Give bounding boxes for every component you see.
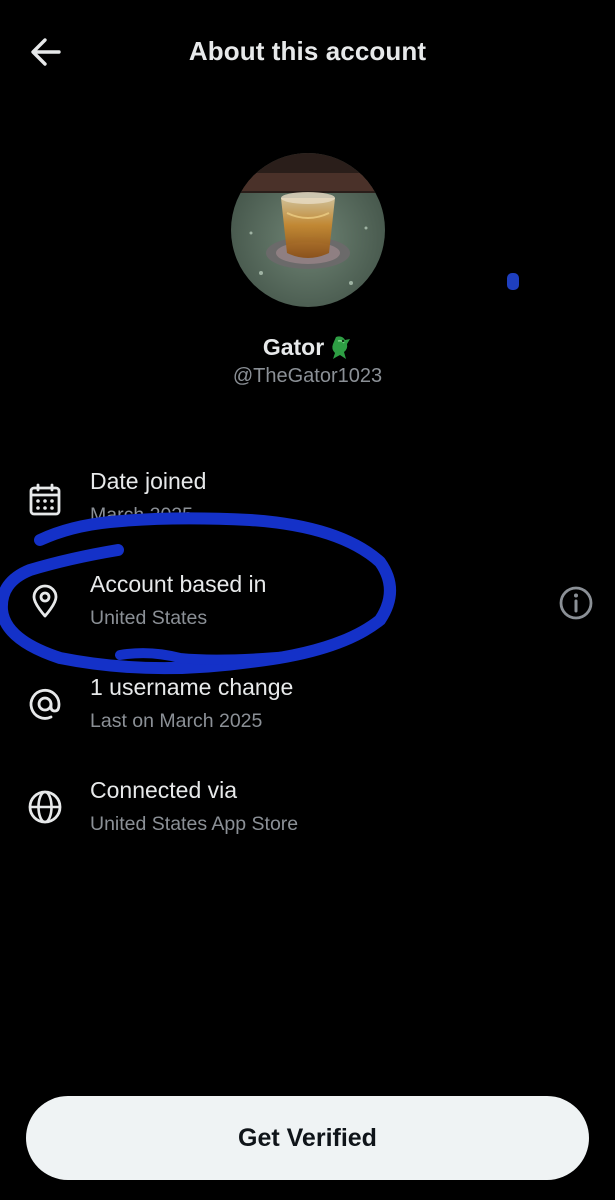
top-bar: About this account	[0, 0, 615, 105]
page-title: About this account	[188, 36, 427, 66]
crocodile-emoji	[332, 335, 351, 359]
display-name: Gator	[0, 334, 615, 361]
at-sign-icon	[26, 685, 64, 723]
row-title: Date joined	[90, 468, 207, 494]
location-pin-icon	[26, 582, 64, 620]
row-value: Last on March 2025	[90, 710, 263, 732]
row-title: 1 username change	[90, 674, 294, 700]
row-username-change: 1 username change Last on March 2025	[0, 668, 615, 748]
row-connected-via: Connected via United States App Store	[0, 771, 615, 851]
row-title: Account based in	[90, 571, 267, 597]
avatar-photo	[231, 153, 385, 307]
info-circle-icon[interactable]	[557, 584, 595, 622]
get-verified-button[interactable]: Get Verified	[26, 1096, 589, 1180]
calendar-icon	[26, 481, 64, 519]
handle: @TheGator1023	[232, 365, 383, 387]
avatar[interactable]	[231, 153, 385, 307]
row-value: United States	[90, 607, 208, 629]
row-value: United States App Store	[90, 813, 299, 835]
row-value: March 2025	[90, 504, 193, 526]
globe-icon	[26, 788, 64, 826]
row-date-joined: Date joined March 2025	[0, 462, 615, 542]
row-account-based-in: Account based in United States	[0, 565, 615, 645]
display-name-text: Gator	[262, 334, 325, 360]
row-title: Connected via	[90, 777, 238, 803]
annotation-dot	[507, 273, 519, 290]
